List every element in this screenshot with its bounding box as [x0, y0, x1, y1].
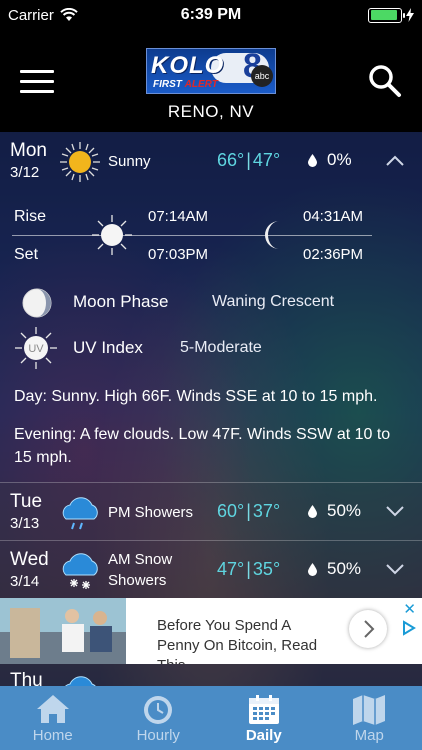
ad-image[interactable] [0, 598, 126, 664]
day-name: Mon [10, 140, 47, 161]
clock-icon [144, 696, 173, 724]
day-row-tue[interactable]: Tue 3/13 PM Showers 60° | 37° 50% [0, 482, 422, 540]
calendar-icon [248, 695, 279, 724]
rise-set-section: Rise Set 07:14AM 07:03PM 04:31AM 02:36PM [0, 202, 422, 282]
search-icon[interactable] [368, 64, 402, 98]
chevron-up-icon[interactable] [386, 154, 404, 166]
temperature-range: 66° | 47° [217, 150, 281, 170]
day-date: 3/14 [10, 573, 40, 590]
rise-label: Rise [14, 208, 47, 225]
battery-fill [370, 10, 397, 20]
condition-text: AM Snow Showers [108, 551, 173, 589]
precip-value: 0% [327, 150, 352, 169]
moon-phase-icon [22, 288, 52, 318]
ad-chevron-right-icon[interactable] [349, 610, 387, 648]
ad-choices-icon[interactable] [402, 620, 416, 636]
tab-bar: Home Hourly Daily Map [0, 686, 422, 750]
low-temp: 37° [252, 501, 281, 521]
tab-hourly[interactable]: Hourly [106, 686, 212, 750]
wifi-icon [60, 8, 78, 21]
chevron-down-icon[interactable] [386, 563, 404, 575]
low-temp: 35° [252, 559, 281, 579]
horizon-line [12, 235, 372, 236]
charging-bolt-icon [406, 8, 414, 22]
day-row-thu[interactable]: Thu [0, 664, 422, 686]
uv-index-label: UV Index [73, 338, 143, 357]
raindrop-icon [308, 504, 317, 518]
uv-index-row: UV UV Index 5-Moderate [0, 327, 422, 369]
precip-chance: 0% [308, 150, 352, 170]
precip-chance: 50% [308, 559, 361, 579]
sunrise-time: 07:14AM [148, 208, 209, 225]
day-forecast-text: Day: Sunny. High 66F. Winds SSE at 10 to… [14, 385, 408, 408]
raindrop-icon [308, 153, 317, 167]
logo-text: KOLO [151, 52, 225, 79]
tab-label: Hourly [136, 727, 180, 744]
home-icon [36, 695, 69, 723]
moon-icon [265, 221, 279, 249]
ad-text[interactable]: Before You Spend A Penny On Bitcoin, Rea… [157, 616, 327, 664]
day-name: Thu [10, 670, 43, 686]
abc-logo-badge: abc [251, 65, 273, 87]
moonrise-time: 04:31AM [303, 208, 364, 225]
set-label: Set [14, 246, 39, 263]
moon-phase-label: Moon Phase [73, 292, 169, 311]
status-bar: Carrier 6:39 PM [0, 0, 422, 30]
logo-subtitle: FIRST ALERT [153, 79, 218, 90]
sunrise-sun-icon [92, 215, 132, 255]
location-label: RENO, NV [167, 102, 255, 121]
raindrop-icon [308, 562, 317, 576]
status-right [368, 7, 414, 23]
day-forecast-body: : Sunny. High 66F. Winds SSE at 10 to 15… [42, 388, 378, 405]
evening-forecast-label: Evening [14, 426, 72, 443]
day-row-today[interactable]: Mon 3/12 Sunny 66° | 47° 0% [0, 132, 422, 190]
menu-icon[interactable] [20, 70, 54, 94]
map-icon [353, 695, 386, 725]
uv-index-icon: UV [15, 327, 57, 369]
high-temp: 60° [217, 501, 245, 521]
snow-cloud-icon [62, 553, 98, 589]
temperature-range: 60° | 37° [217, 501, 281, 521]
day-forecast-label: Day [14, 388, 43, 405]
low-temp: 47° [252, 150, 281, 170]
tab-map[interactable]: Map [317, 686, 422, 750]
tab-daily[interactable]: Daily [211, 686, 317, 750]
uv-index-value: 5-Moderate [180, 339, 262, 356]
moonset-time: 02:36PM [303, 246, 364, 263]
expanded-day-panel: Mon 3/12 Sunny 66° | 47° 0% Rise Set 07:… [0, 132, 422, 482]
precip-chance: 50% [308, 501, 361, 521]
condition-text: Sunny [108, 153, 151, 170]
day-date: 3/12 [10, 164, 40, 181]
tab-label: Map [354, 727, 384, 744]
sunset-time: 07:03PM [148, 246, 209, 263]
day-name: Tue [10, 491, 43, 512]
temperature-range: 47° | 35° [217, 559, 281, 579]
precip-value: 50% [327, 559, 362, 578]
cloud-icon [65, 676, 96, 686]
precip-value: 50% [327, 501, 362, 520]
app-header: KOLO 8 abc FIRST ALERT RENO, NV [0, 30, 422, 132]
rain-cloud-icon [62, 497, 98, 530]
chevron-down-icon[interactable] [386, 505, 404, 517]
tab-label: Home [32, 727, 73, 744]
ad-close-icon[interactable]: ✕ [403, 600, 416, 618]
ad-banner[interactable]: Before You Spend A Penny On Bitcoin, Rea… [0, 598, 422, 664]
tab-home[interactable]: Home [0, 686, 106, 750]
day-date: 3/13 [10, 515, 40, 532]
sun-icon [60, 142, 100, 182]
day-row-wed[interactable]: Wed 3/14 AM Snow Showers 47° | 35° 50% [0, 540, 422, 598]
svg-text:UV: UV [28, 343, 44, 355]
kolo-logo: KOLO 8 abc FIRST ALERT [146, 48, 276, 94]
high-temp: 66° [217, 150, 245, 170]
tab-label: Daily [245, 727, 282, 744]
condition-text: PM Showers [108, 504, 194, 521]
day-name: Wed [10, 549, 49, 570]
evening-forecast-text: Evening: A few clouds. Low 47F. Winds SS… [14, 423, 408, 469]
moon-phase-row: Moon Phase Waning Crescent [0, 282, 422, 322]
high-temp: 47° [217, 559, 245, 579]
battery-icon [368, 7, 405, 23]
status-left: Carrier [8, 7, 78, 24]
carrier-label: Carrier [8, 6, 54, 24]
moon-phase-value: Waning Crescent [212, 293, 335, 310]
